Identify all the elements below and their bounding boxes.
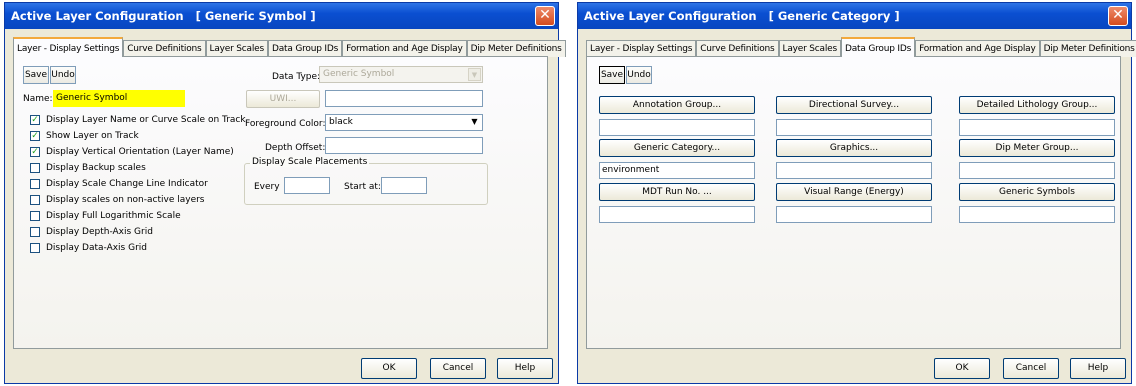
tab-layer-display-settings[interactable]: Layer - Display Settings: [586, 40, 697, 57]
ok-button[interactable]: OK: [361, 358, 417, 379]
checkbox-label: Display Vertical Orientation (Layer Name…: [46, 147, 234, 157]
checkbox-show-layer-on-track[interactable]: ✓ Show Layer on Track: [30, 131, 139, 141]
depth-offset-label: Depth Offset:: [265, 143, 326, 153]
annotation-group-button[interactable]: Annotation Group...: [599, 96, 755, 114]
dip-meter-group-button[interactable]: Dip Meter Group...: [959, 139, 1115, 157]
save-button[interactable]: Save: [599, 66, 625, 84]
checkbox-display-backup-scales[interactable]: Display Backup scales: [30, 163, 146, 173]
graphics-button[interactable]: Graphics...: [776, 139, 932, 157]
start-at-field[interactable]: [381, 177, 427, 194]
checkbox-label: Show Layer on Track: [46, 131, 139, 141]
generic-category-field[interactable]: environment: [599, 162, 755, 179]
checkbox-label: Display scales on non-active layers: [46, 195, 205, 205]
chevron-down-icon: ▼: [468, 68, 481, 81]
tab-dip-meter-definitions[interactable]: Dip Meter Definitions: [1039, 40, 1136, 57]
foreground-color-label: Foreground Color:: [245, 119, 326, 129]
directional-survey-button[interactable]: Directional Survey...: [776, 96, 932, 114]
every-field[interactable]: [284, 177, 330, 194]
checkbox-display-vertical-orientation[interactable]: ✓ Display Vertical Orientation (Layer Na…: [30, 147, 234, 157]
tab-strip: Layer - Display Settings Curve Definitio…: [13, 37, 566, 57]
checkbox-label: Display Layer Name or Curve Scale on Tra…: [46, 115, 246, 125]
generic-symbols-button[interactable]: Generic Symbols: [959, 183, 1115, 201]
checkbox-display-data-axis-grid[interactable]: Display Data-Axis Grid: [30, 243, 147, 253]
tab-dip-meter-definitions[interactable]: Dip Meter Definitions: [466, 40, 566, 57]
visual-range-energy-button[interactable]: Visual Range (Energy): [776, 183, 932, 201]
tab-data-group-ids[interactable]: Data Group IDs: [267, 40, 343, 57]
checkbox-display-full-log-scale[interactable]: Display Full Logarithmic Scale: [30, 211, 181, 221]
cancel-button[interactable]: Cancel: [430, 358, 486, 379]
tab-panel: Save Undo Annotation Group... Directiona…: [586, 56, 1121, 349]
tab-formation-and-age-display[interactable]: Formation and Age Display: [915, 40, 1040, 57]
graphics-field[interactable]: [776, 162, 932, 179]
visual-range-energy-field[interactable]: [776, 206, 932, 223]
checkbox-box[interactable]: ✓: [30, 131, 40, 141]
uwi-button[interactable]: UWI...: [246, 90, 320, 108]
checkbox-box[interactable]: [30, 195, 40, 205]
dialog-title: Active Layer Configuration [ Generic Sym…: [5, 3, 558, 29]
data-type-label: Data Type:: [272, 72, 321, 82]
checkbox-label: Display Backup scales: [46, 163, 146, 173]
checkbox-box[interactable]: [30, 227, 40, 237]
checkbox-box[interactable]: ✓: [30, 147, 40, 157]
close-icon[interactable]: ✕: [1108, 6, 1128, 26]
checkbox-label: Display Scale Change Line Indicator: [46, 179, 208, 189]
depth-offset-field[interactable]: [325, 137, 483, 154]
checkbox-box[interactable]: ✓: [30, 115, 40, 125]
tab-strip: Layer - Display Settings Curve Definitio…: [586, 37, 1136, 57]
generic-category-button[interactable]: Generic Category...: [599, 139, 755, 157]
uwi-field[interactable]: [325, 90, 483, 107]
tab-panel: Save Undo Name: Generic Symbol ✓ Display…: [13, 56, 548, 349]
checkbox-display-scales-non-active[interactable]: Display scales on non-active layers: [30, 195, 205, 205]
layer-config-dialog-generic-category: Active Layer Configuration [ Generic Cat…: [577, 2, 1136, 384]
check-icon: ✓: [31, 131, 39, 141]
checkbox-display-scale-change-line[interactable]: Display Scale Change Line Indicator: [30, 179, 208, 189]
checkbox-display-depth-axis-grid[interactable]: Display Depth-Axis Grid: [30, 227, 153, 237]
save-button[interactable]: Save: [23, 66, 49, 84]
help-button[interactable]: Help: [1070, 358, 1126, 379]
mdt-run-no-field[interactable]: [599, 206, 755, 223]
tab-data-group-ids[interactable]: Data Group IDs: [840, 37, 916, 57]
every-label: Every: [254, 182, 280, 192]
checkbox-label: Display Depth-Axis Grid: [46, 227, 153, 237]
annotation-group-field[interactable]: [599, 119, 755, 136]
cancel-button[interactable]: Cancel: [1003, 358, 1059, 379]
name-field[interactable]: Generic Symbol: [53, 90, 185, 107]
checkbox-display-layer-name[interactable]: ✓ Display Layer Name or Curve Scale on T…: [30, 115, 246, 125]
help-button[interactable]: Help: [497, 358, 553, 379]
data-type-select: Generic Symbol ▼: [319, 66, 483, 83]
undo-button[interactable]: Undo: [50, 66, 76, 84]
data-type-value: Generic Symbol: [323, 69, 395, 79]
mdt-run-no-button[interactable]: MDT Run No. ...: [599, 183, 755, 201]
tab-layer-scales[interactable]: Layer Scales: [205, 40, 268, 57]
foreground-color-select[interactable]: black ▼: [325, 114, 483, 131]
scale-placements-label: Display Scale Placements: [250, 157, 370, 167]
dip-meter-group-field[interactable]: [959, 162, 1115, 179]
undo-button[interactable]: Undo: [626, 66, 652, 84]
chevron-down-icon[interactable]: ▼: [468, 116, 481, 129]
name-label: Name:: [23, 94, 53, 104]
check-icon: ✓: [31, 147, 39, 157]
checkbox-box[interactable]: [30, 211, 40, 221]
checkbox-box[interactable]: [30, 179, 40, 189]
tab-layer-scales[interactable]: Layer Scales: [778, 40, 841, 57]
tab-curve-definitions[interactable]: Curve Definitions: [123, 40, 206, 57]
checkbox-label: Display Full Logarithmic Scale: [46, 211, 181, 221]
directional-survey-field[interactable]: [776, 119, 932, 136]
tab-layer-display-settings[interactable]: Layer - Display Settings: [13, 37, 124, 57]
layer-config-dialog-generic-symbol: Active Layer Configuration [ Generic Sym…: [4, 2, 566, 384]
checkbox-box[interactable]: [30, 163, 40, 173]
start-at-label: Start at:: [344, 182, 381, 192]
generic-symbols-field[interactable]: [959, 206, 1115, 223]
checkbox-box[interactable]: [30, 243, 40, 253]
tab-formation-and-age-display[interactable]: Formation and Age Display: [342, 40, 467, 57]
dialog-title: Active Layer Configuration [ Generic Cat…: [578, 3, 1131, 29]
detailed-lithology-group-field[interactable]: [959, 119, 1115, 136]
tab-curve-definitions[interactable]: Curve Definitions: [696, 40, 779, 57]
detailed-lithology-group-button[interactable]: Detailed Lithology Group...: [959, 96, 1115, 114]
close-icon[interactable]: ✕: [535, 6, 555, 26]
check-icon: ✓: [31, 115, 39, 125]
foreground-color-value: black: [329, 117, 353, 127]
ok-button[interactable]: OK: [934, 358, 990, 379]
checkbox-label: Display Data-Axis Grid: [46, 243, 147, 253]
